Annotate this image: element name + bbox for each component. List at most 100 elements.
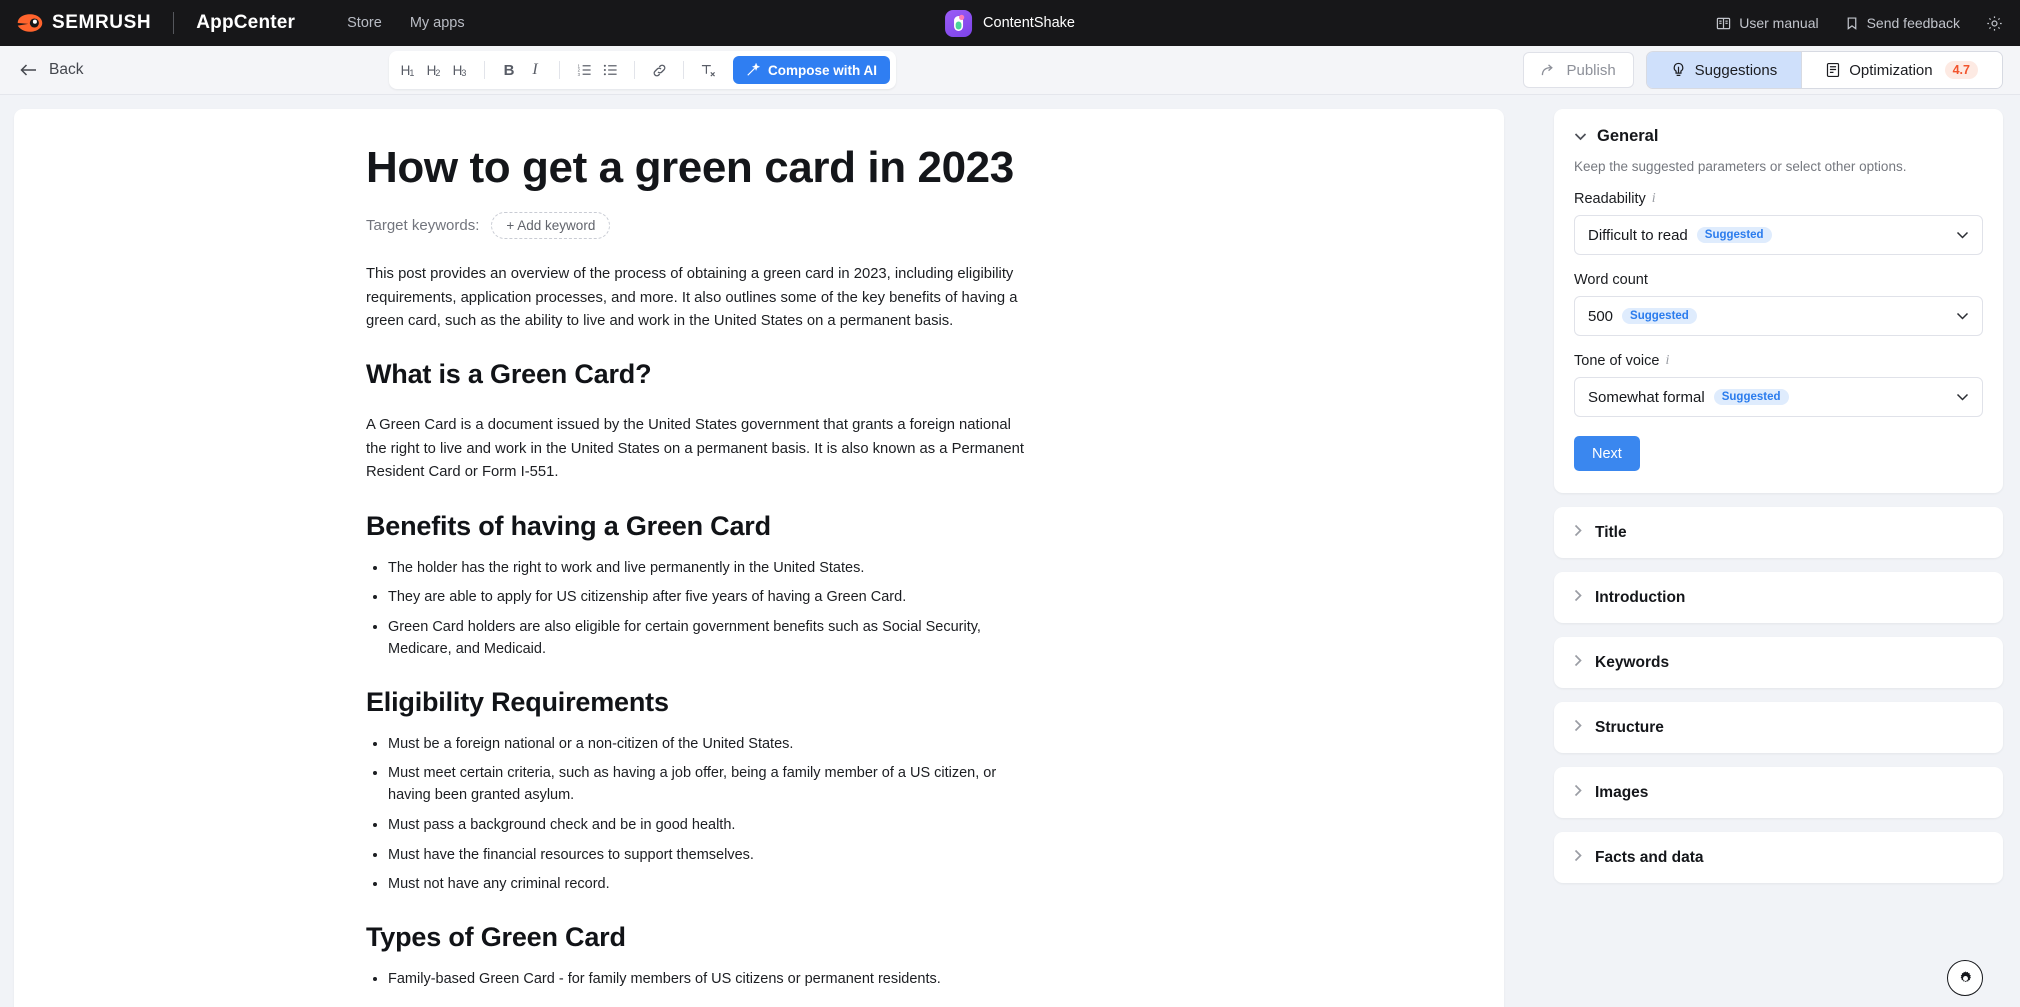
tab-optimization[interactable]: Optimization 4.7 <box>1802 52 2002 88</box>
info-icon[interactable]: i <box>1665 353 1669 369</box>
contentshake-icon <box>945 10 972 37</box>
back-label: Back <box>49 61 83 79</box>
word-count-select[interactable]: 500 Suggested <box>1574 296 1983 336</box>
clear-formatting-button[interactable] <box>695 58 721 82</box>
chevron-down-icon <box>1956 388 1969 406</box>
ordered-list-icon: 1 2 3 <box>577 63 592 77</box>
publish-button[interactable]: Publish <box>1523 52 1633 88</box>
section-keywords[interactable]: Keywords <box>1554 637 2003 688</box>
list-item: They are able to apply for US citizenshi… <box>388 587 1026 609</box>
section-introduction[interactable]: Introduction <box>1554 572 2003 623</box>
user-manual-button[interactable]: User manual <box>1716 15 1818 31</box>
chevron-right-icon <box>1574 524 1582 542</box>
panel-tab-group: Suggestions Optimization 4.7 <box>1646 51 2003 89</box>
section-facts-and-data[interactable]: Facts and data <box>1554 832 2003 883</box>
section-images[interactable]: Images <box>1554 767 2003 818</box>
link-button[interactable] <box>646 58 672 82</box>
svg-text:3: 3 <box>577 72 580 77</box>
top-bar: SEMRUSH AppCenter Store My apps ContentS… <box>0 0 2020 46</box>
suggestions-panel: General Keep the suggested parameters or… <box>1540 95 2020 1007</box>
panel-settings-fab[interactable] <box>1947 960 1983 996</box>
document-title[interactable]: How to get a green card in 2023 <box>366 143 1404 192</box>
bookmark-icon <box>1845 16 1859 31</box>
bullet-list: Family-based Green Card - for family mem… <box>366 969 1026 991</box>
general-section-title: General <box>1597 127 1658 146</box>
app-title: ContentShake <box>983 15 1075 31</box>
readability-select[interactable]: Difficult to read Suggested <box>1574 215 1983 255</box>
toolbar-divider <box>634 61 635 79</box>
section-introduction-label: Introduction <box>1595 589 1685 607</box>
top-bar-actions: User manual Send feedback <box>1716 15 2020 32</box>
info-icon[interactable]: i <box>1652 191 1656 207</box>
add-keyword-button[interactable]: + Add keyword <box>491 212 610 239</box>
share-arrow-icon <box>1541 63 1557 77</box>
section-title-label: Title <box>1595 524 1627 542</box>
word-count-label: Word count <box>1574 272 1983 288</box>
section-heading: What is a Green Card? <box>366 359 1026 390</box>
bullet-list-button[interactable] <box>597 58 623 82</box>
document-card[interactable]: How to get a green card in 2023 Target k… <box>14 109 1504 1007</box>
section-keywords-label: Keywords <box>1595 654 1669 672</box>
suggested-badge: Suggested <box>1622 308 1697 324</box>
section-heading: Types of Green Card <box>366 922 1026 953</box>
heading-2-button[interactable]: H2 <box>421 58 447 82</box>
chevron-right-icon <box>1574 589 1582 607</box>
general-section-header[interactable]: General <box>1574 127 1983 146</box>
semrush-logo[interactable]: SEMRUSH <box>16 12 151 34</box>
list-item: The holder has the right to work and liv… <box>388 558 1026 580</box>
chevron-right-icon <box>1574 654 1582 672</box>
brand-divider <box>173 12 174 34</box>
suggested-badge: Suggested <box>1714 389 1789 405</box>
clear-formatting-icon <box>700 63 716 78</box>
ordered-list-button[interactable]: 1 2 3 <box>571 58 597 82</box>
nav-my-apps[interactable]: My apps <box>410 15 465 31</box>
publish-label: Publish <box>1566 62 1615 79</box>
italic-button[interactable]: I <box>522 58 548 82</box>
list-item: Must have the financial resources to sup… <box>388 845 1026 867</box>
word-count-label-text: Word count <box>1574 272 1648 288</box>
semrush-wordmark: SEMRUSH <box>52 12 151 34</box>
gear-icon <box>1986 15 2003 32</box>
bullet-list: The holder has the right to work and liv… <box>366 558 1026 661</box>
document-body[interactable]: This post provides an overview of the pr… <box>366 263 1026 991</box>
document-scroll-area[interactable]: How to get a green card in 2023 Target k… <box>0 95 1540 1007</box>
list-item: Must pass a background check and be in g… <box>388 815 1026 837</box>
compose-with-ai-button[interactable]: Compose with AI <box>733 56 890 84</box>
tab-suggestions-label: Suggestions <box>1695 62 1778 79</box>
tab-suggestions[interactable]: Suggestions <box>1647 52 1802 88</box>
back-button[interactable]: Back <box>20 61 83 79</box>
arrow-left-icon <box>20 63 38 77</box>
lightbulb-icon <box>1671 62 1686 78</box>
heading-button-group: H1 H2 H3 <box>395 58 473 82</box>
tone-of-voice-value: Somewhat formal <box>1588 389 1705 406</box>
send-feedback-button[interactable]: Send feedback <box>1845 15 1960 31</box>
bold-button[interactable]: B <box>496 58 522 82</box>
list-item: Must not have any criminal record. <box>388 874 1026 896</box>
next-button[interactable]: Next <box>1574 436 1640 471</box>
target-keywords-label: Target keywords: <box>366 217 479 234</box>
readability-label: Readability i <box>1574 191 1983 207</box>
link-icon <box>652 63 667 78</box>
bullet-list: Must be a foreign national or a non-citi… <box>366 734 1026 897</box>
chevron-down-icon <box>1956 307 1969 325</box>
chevron-down-icon <box>1574 132 1587 141</box>
chevron-right-icon <box>1574 784 1582 802</box>
tone-of-voice-select[interactable]: Somewhat formal Suggested <box>1574 377 1983 417</box>
heading-1-button[interactable]: H1 <box>395 58 421 82</box>
document-icon <box>1826 62 1840 78</box>
readability-value: Difficult to read <box>1588 227 1688 244</box>
nav-store[interactable]: Store <box>347 15 382 31</box>
heading-3-button[interactable]: H3 <box>447 58 473 82</box>
paragraph: A Green Card is a document issued by the… <box>366 414 1026 484</box>
toolbar-divider <box>484 61 485 79</box>
settings-button[interactable] <box>1986 15 2003 32</box>
editor-toolbar: Back H1 H2 H3 B I 1 2 3 <box>0 46 2020 95</box>
section-structure-label: Structure <box>1595 719 1664 737</box>
send-feedback-label: Send feedback <box>1867 15 1960 31</box>
section-title[interactable]: Title <box>1554 507 2003 558</box>
section-structure[interactable]: Structure <box>1554 702 2003 753</box>
brand-area: SEMRUSH AppCenter Store My apps <box>0 12 465 34</box>
general-section-subtitle: Keep the suggested parameters or select … <box>1574 159 1983 174</box>
general-section-card: General Keep the suggested parameters or… <box>1554 109 2003 493</box>
compose-label: Compose with AI <box>768 63 877 78</box>
